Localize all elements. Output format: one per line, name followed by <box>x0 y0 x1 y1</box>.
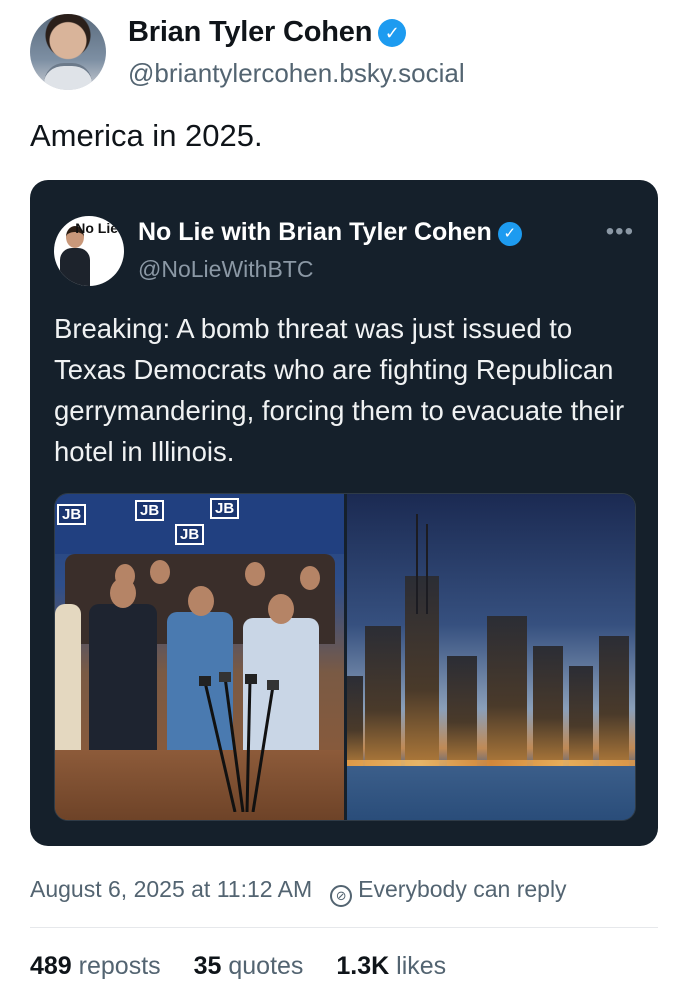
verified-badge-icon: ✓ <box>497 222 522 246</box>
building <box>347 676 363 766</box>
author-handle[interactable]: @briantylercohen.bsky.social <box>128 58 465 89</box>
reposts-label: reposts <box>78 952 161 980</box>
reply-settings-icon: ⊘ <box>330 885 353 907</box>
person-head <box>268 594 294 624</box>
microphones-icon <box>199 672 279 812</box>
avatar-body <box>60 248 90 286</box>
city-skyline-icon[interactable] <box>347 494 635 820</box>
engagement-stats: 489 reposts 35 quotes 1.3K likes <box>30 952 472 981</box>
person-head <box>110 578 136 608</box>
building <box>365 626 401 766</box>
author-name[interactable]: Brian Tyler Cohen ✓ <box>128 16 407 49</box>
quoted-author-avatar[interactable]: No Lie <box>54 216 124 286</box>
building <box>487 616 527 766</box>
press-conference-image[interactable]: JB JB JB JB <box>55 494 344 820</box>
post-header: Brian Tyler Cohen ✓ @briantylercohen.bsky… <box>30 14 660 94</box>
reposts-count: 489 <box>30 952 72 980</box>
divider <box>30 927 658 928</box>
building <box>569 666 593 766</box>
quoted-author-name-text[interactable]: No Lie with Brian Tyler Cohen <box>138 218 492 246</box>
person-head <box>245 562 265 586</box>
likes-label: likes <box>396 952 447 980</box>
author-avatar[interactable] <box>30 14 106 90</box>
lake-water <box>347 766 635 820</box>
likes-count: 1.3K <box>336 952 390 980</box>
quotes-label: quotes <box>228 952 304 980</box>
person-head <box>300 566 320 590</box>
jb-logo: JB <box>210 498 240 519</box>
reposts-stat[interactable]: 489 reposts <box>30 952 161 980</box>
quoted-author-name[interactable]: No Lie with Brian Tyler Cohen ✓ <box>138 218 522 247</box>
jb-logo: JB <box>57 504 87 525</box>
no-lie-logo: No Lie <box>75 220 118 236</box>
jb-logo: JB <box>135 500 165 521</box>
jb-logo: JB <box>175 524 205 545</box>
building <box>533 646 563 766</box>
post-timestamp[interactable]: August 6, 2025 at 11:12 AM <box>30 876 312 902</box>
building <box>599 636 629 766</box>
verified-badge-icon: ✓ <box>378 19 407 47</box>
more-options-icon[interactable]: ••• <box>606 218 634 246</box>
reply-setting-label[interactable]: Everybody can reply <box>358 876 566 902</box>
avatar-shirt <box>44 63 92 90</box>
building <box>447 656 477 766</box>
person-head <box>150 560 170 584</box>
quoted-author-handle[interactable]: @NoLieWithBTC <box>138 256 313 283</box>
quotes-count: 35 <box>193 952 222 980</box>
quoted-post-images[interactable]: JB JB JB JB <box>54 493 636 821</box>
person-head <box>188 586 214 616</box>
post-meta: August 6, 2025 at 11:12 AM ⊘ Everybody can… <box>30 876 567 907</box>
quoted-post-text: Breaking: A bomb threat was just issued … <box>54 313 625 467</box>
antenna-icon <box>416 514 428 614</box>
likes-stat[interactable]: 1.3K likes <box>336 952 446 980</box>
author-name-text[interactable]: Brian Tyler Cohen <box>128 16 372 48</box>
post-text: America in 2025. <box>30 118 263 153</box>
quoted-post-card[interactable]: No Lie No Lie with Brian Tyler Cohen ✓ @N… <box>30 180 658 846</box>
quotes-stat[interactable]: 35 quotes <box>194 952 304 980</box>
